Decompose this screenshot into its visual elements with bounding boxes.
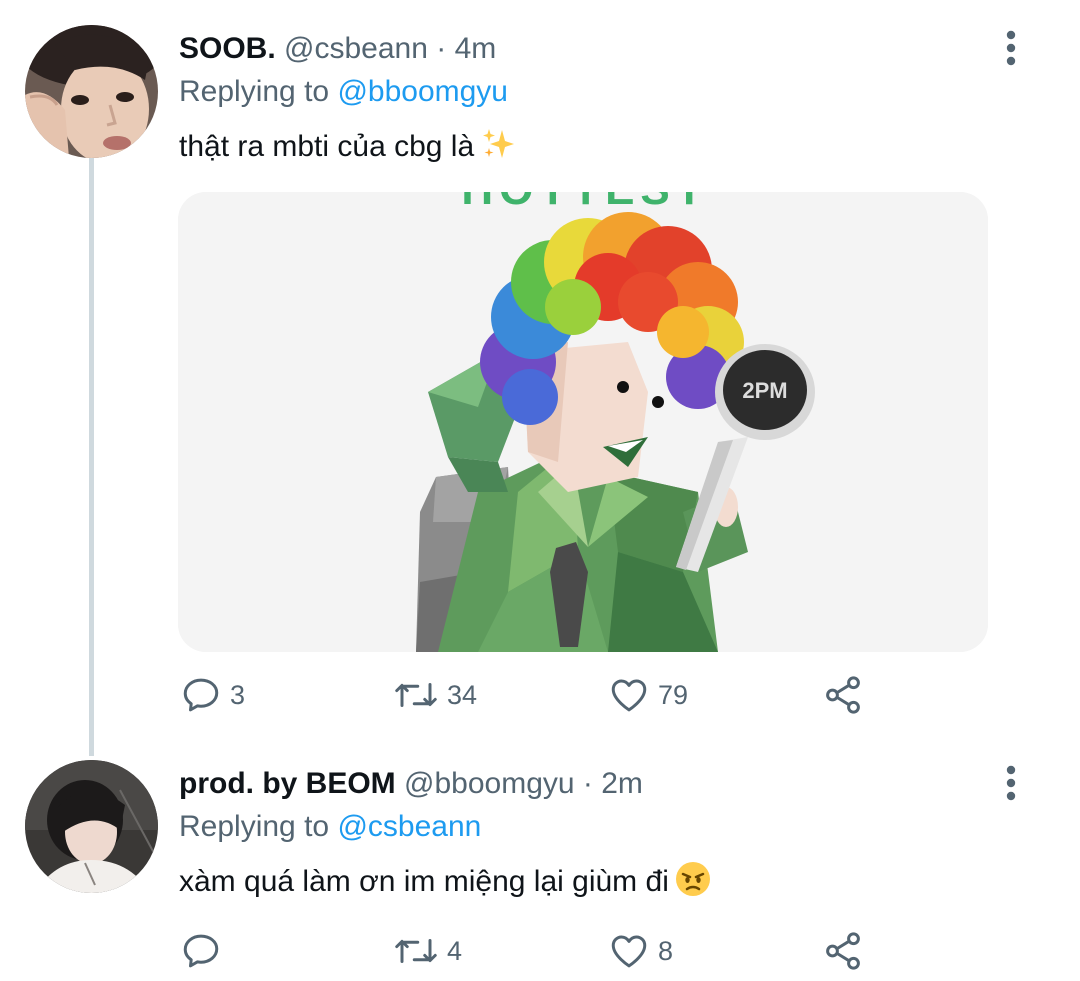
avatar-beom[interactable] [25, 760, 158, 893]
user-handle[interactable]: @bboomgyu [404, 767, 575, 800]
tweet2-text: xàm quá làm ơn im miệng lại giùm đi [179, 861, 711, 907]
tweet-media-image[interactable]: HOTTEST [178, 192, 988, 652]
retweet-count: 34 [447, 679, 478, 710]
like-count: 79 [658, 679, 689, 710]
thread-connector-line [89, 158, 94, 756]
share-icon [826, 676, 860, 714]
more-options-icon[interactable] [1001, 765, 1021, 805]
heart-icon [611, 935, 647, 968]
display-name[interactable]: prod. by BEOM [179, 767, 396, 800]
tweet1-text: thật ra mbti của cbg là [179, 126, 516, 172]
avatar-soob[interactable] [25, 25, 158, 158]
more-options-icon[interactable] [1001, 30, 1021, 70]
reply-button[interactable] [180, 930, 230, 972]
reply-icon [183, 678, 219, 712]
retweet-icon [395, 683, 437, 707]
timestamp[interactable]: · 2m [583, 767, 643, 800]
replying-to-line: Replying to @bboomgyu [179, 74, 508, 110]
retweet-count: 4 [447, 935, 463, 966]
retweet-button[interactable]: 34 [393, 674, 477, 716]
replying-to-label: Replying to [179, 75, 330, 108]
user-handle[interactable]: @csbeann [284, 32, 428, 65]
tweet1-header: SOOB. @csbeann · 4m [179, 31, 496, 67]
replying-to-line: Replying to @csbeann [179, 809, 481, 845]
share-icon [826, 932, 860, 970]
tweet-text: thật ra mbti của cbg là [179, 130, 475, 163]
share-button[interactable] [822, 674, 864, 716]
reply-icon [183, 934, 219, 968]
replying-to-mention[interactable]: @bboomgyu [337, 75, 508, 108]
reply-button[interactable]: 3 [180, 674, 245, 716]
lightstick-label: 2PM [742, 378, 787, 403]
like-count: 8 [658, 935, 674, 966]
replying-to-label: Replying to [179, 810, 330, 843]
reply-count: 3 [230, 679, 246, 710]
share-button[interactable] [822, 930, 864, 972]
like-button[interactable]: 79 [608, 674, 688, 716]
replying-to-mention[interactable]: @csbeann [337, 810, 481, 843]
timestamp[interactable]: · 4m [436, 32, 496, 65]
media-caption: HOTTEST [461, 192, 708, 214]
tweet2-header: prod. by BEOM @bboomgyu · 2m [179, 766, 643, 802]
retweet-button[interactable]: 4 [393, 930, 462, 972]
display-name[interactable]: SOOB. [179, 32, 276, 65]
angry-face-icon [675, 861, 711, 907]
retweet-icon [395, 939, 437, 963]
heart-icon [611, 679, 647, 712]
sparkles-icon [480, 126, 516, 172]
like-button[interactable]: 8 [608, 930, 673, 972]
tweet-text: xàm quá làm ơn im miệng lại giùm đi [179, 865, 669, 898]
